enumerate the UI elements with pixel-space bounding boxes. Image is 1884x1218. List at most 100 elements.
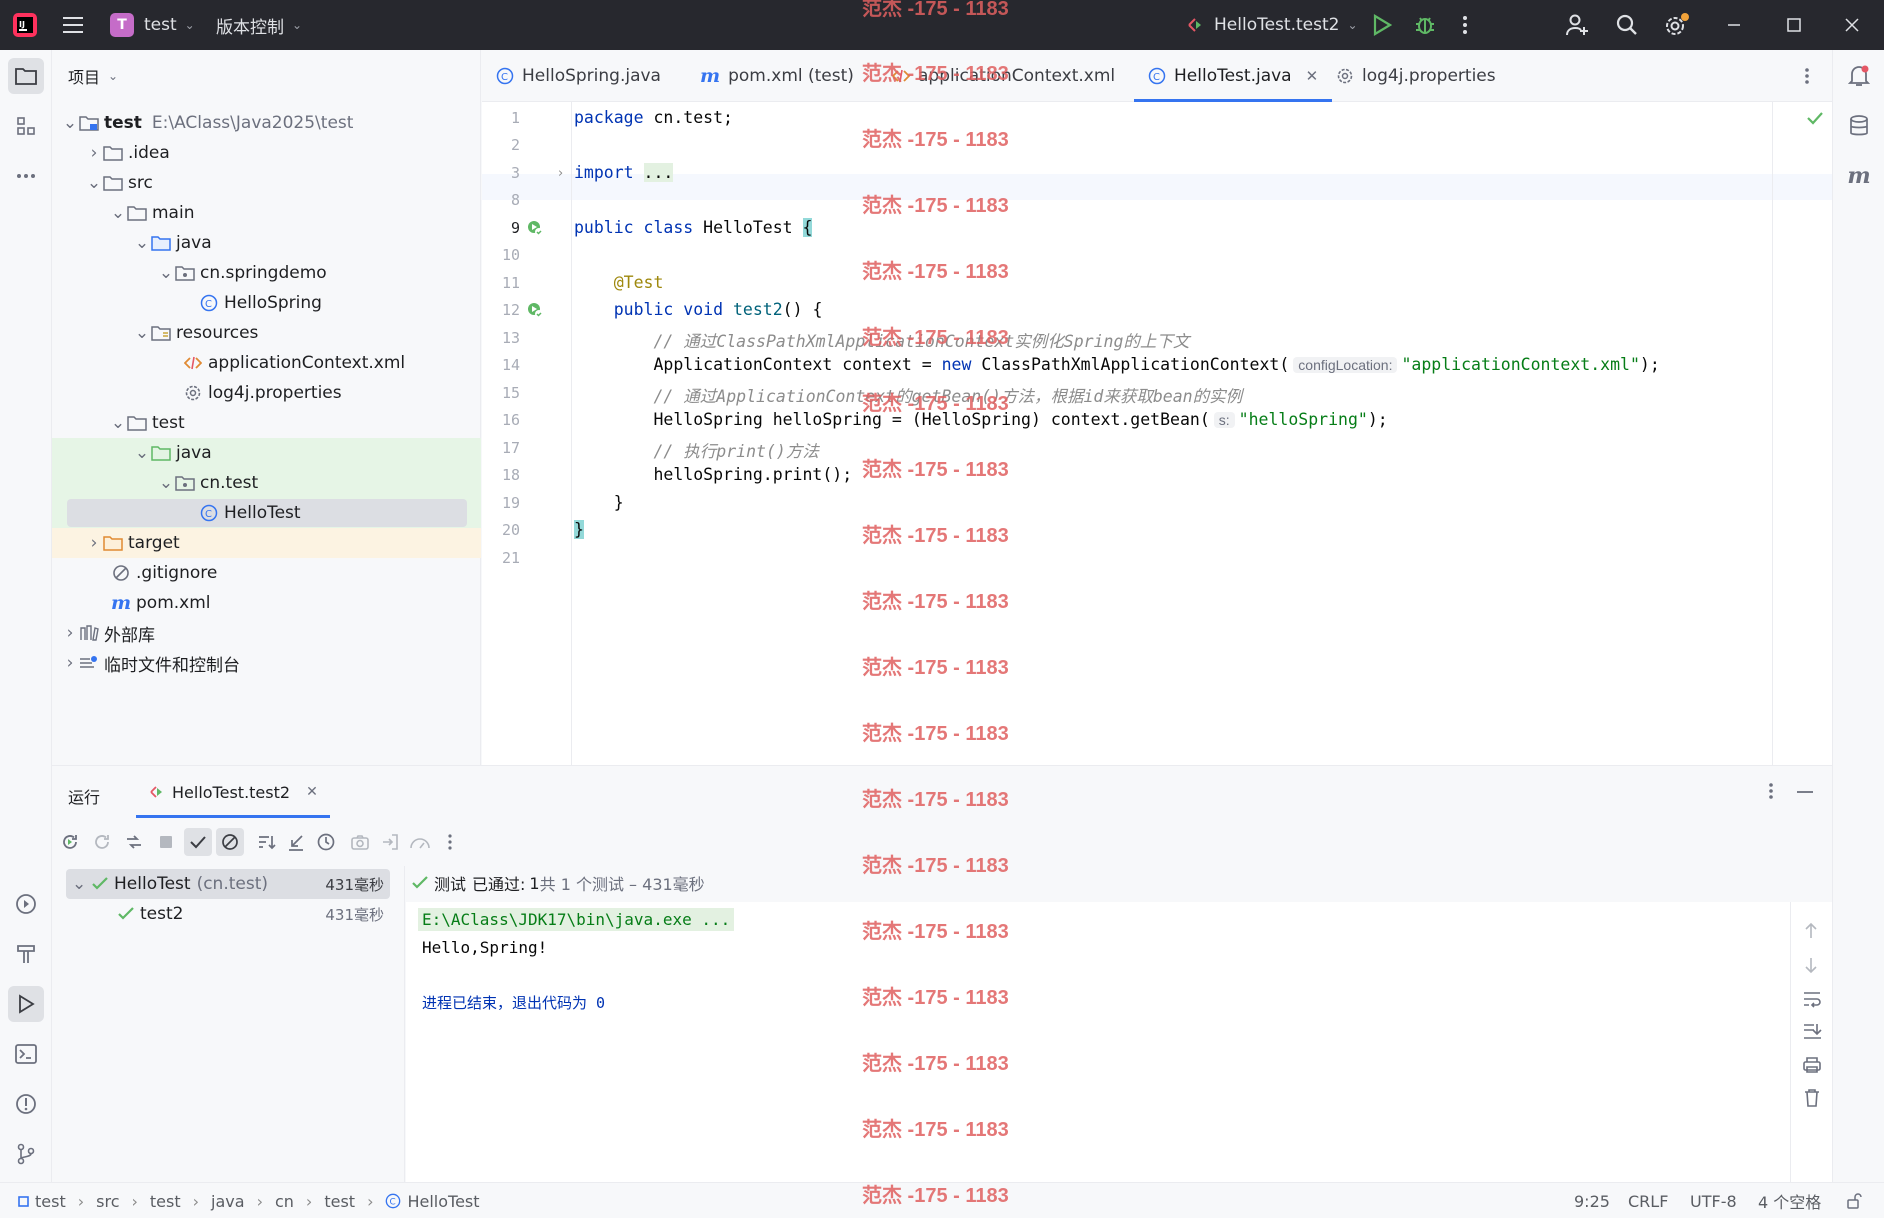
tree-item-hellospring[interactable]: C HelloSpring <box>52 288 481 318</box>
settings-gear-icon[interactable] <box>1664 0 1690 50</box>
collapse-all-icon[interactable] <box>282 828 310 856</box>
database-tool-icon[interactable] <box>1841 108 1877 144</box>
structure-tool-icon[interactable] <box>8 108 44 144</box>
rerun-failed-icon[interactable] <box>88 828 116 856</box>
run-test-gutter-icon[interactable] <box>526 301 544 319</box>
console-output[interactable]: E:\AClass\JDK17\bin\java.exe ... Hello,S… <box>406 902 1790 1183</box>
tab-pom-xml[interactable]: m pom.xml (test) <box>700 50 854 102</box>
tree-item-log4j-properties[interactable]: log4j.properties <box>52 378 481 408</box>
trash-icon[interactable] <box>1803 1088 1821 1108</box>
more-vertical-icon[interactable] <box>1768 782 1774 800</box>
run-config-selector[interactable]: HelloTest.test2 ⌄ <box>1186 0 1358 50</box>
folded-imports[interactable]: ... <box>643 163 674 182</box>
tree-item-resources[interactable]: ⌄ resources <box>52 318 481 348</box>
tree-item-applicationcontext-xml[interactable]: applicationContext.xml <box>52 348 481 378</box>
maven-tool-icon[interactable]: m <box>1841 158 1877 194</box>
problems-tool-icon[interactable] <box>8 1086 44 1122</box>
terminal-tool-icon[interactable] <box>8 1036 44 1072</box>
import-tests-icon[interactable] <box>376 828 404 856</box>
breadcrumb-item[interactable]: test <box>324 1192 355 1211</box>
snapshot-camera-icon[interactable] <box>346 828 374 856</box>
run-tab-hellotest-test2[interactable]: HelloTest.test2 ✕ <box>136 766 330 818</box>
show-ignored-icon[interactable] <box>216 828 244 856</box>
tree-item-test-root[interactable]: ⌄ test E:\AClass\Java2025\test <box>52 108 481 138</box>
debug-icon[interactable] <box>1414 0 1436 50</box>
build-tool-icon[interactable] <box>8 936 44 972</box>
breadcrumb-item[interactable]: src <box>96 1192 119 1211</box>
tree-item-test-folder[interactable]: ⌄ test <box>52 408 481 438</box>
tree-item-main[interactable]: ⌄ main <box>52 198 481 228</box>
close-tab-icon[interactable]: ✕ <box>1306 67 1319 85</box>
breadcrumb-item[interactable]: test <box>150 1192 181 1211</box>
minimize-panel-icon[interactable] <box>1796 790 1814 794</box>
maximize-icon[interactable] <box>1786 0 1802 50</box>
run-icon[interactable] <box>1372 0 1392 50</box>
vcs-menu[interactable]: 版本控制 ⌄ <box>216 0 302 50</box>
add-user-icon[interactable] <box>1566 0 1590 50</box>
tab-hellotest-java[interactable]: C HelloTest.java ✕ <box>1134 50 1333 102</box>
file-encoding[interactable]: UTF-8 <box>1690 1183 1737 1218</box>
project-view-selector[interactable]: 项目 ⌄ <box>68 64 118 88</box>
test-history-icon[interactable] <box>312 828 340 856</box>
print-icon[interactable] <box>1802 1056 1822 1074</box>
tree-item-pom-xml[interactable]: m pom.xml <box>52 588 481 618</box>
intellij-logo-icon[interactable]: IJ <box>12 0 38 50</box>
code-editor[interactable]: 1 2 3 8 9 10 11 12 13 14 15 16 17 18 19 … <box>482 102 1832 765</box>
tab-log4j-properties[interactable]: log4j.properties <box>1336 50 1496 102</box>
tree-item-scratches[interactable]: › 临时文件和控制台 <box>52 648 481 678</box>
class-icon: C <box>198 293 220 313</box>
show-passed-icon[interactable] <box>184 828 212 856</box>
tree-item-external-libraries[interactable]: › 外部库 <box>52 618 481 648</box>
breadcrumb-item[interactable]: java <box>211 1192 245 1211</box>
tree-item-hellotest[interactable]: C HelloTest <box>52 503 301 523</box>
soft-wrap-icon[interactable] <box>1802 990 1822 1008</box>
test-tree-item-test2[interactable]: test2 431毫秒 <box>66 899 390 929</box>
run-test-gutter-icon[interactable] <box>526 219 544 237</box>
read-only-lock-icon[interactable] <box>1846 1183 1862 1218</box>
breadcrumb-item[interactable]: HelloTest <box>407 1192 479 1211</box>
tree-item-target[interactable]: › target <box>52 528 481 558</box>
tree-item-cn-test[interactable]: ⌄ cn.test <box>52 468 481 498</box>
tree-item-gitignore[interactable]: .gitignore <box>52 558 481 588</box>
tree-item-cn-springdemo[interactable]: ⌄ cn.springdemo <box>52 258 481 288</box>
fold-expand-icon[interactable]: › <box>558 166 563 181</box>
tab-applicationcontext-xml[interactable]: applicationContext.xml <box>892 50 1115 102</box>
line-number: 12 <box>501 301 520 319</box>
minimize-icon[interactable] <box>1726 0 1742 50</box>
more-vertical-icon[interactable] <box>436 828 464 856</box>
close-icon[interactable] <box>1844 0 1860 50</box>
git-tool-icon[interactable] <box>8 1136 44 1172</box>
rerun-icon[interactable] <box>56 828 84 856</box>
breadcrumb-item[interactable]: test <box>35 1192 66 1211</box>
coverage-gauge-icon[interactable] <box>406 828 434 856</box>
tab-hellospring-java[interactable]: C HelloSpring.java <box>496 50 661 102</box>
tabs-more-icon[interactable] <box>1804 50 1810 102</box>
breadcrumb-item[interactable]: cn <box>275 1192 294 1211</box>
console-command-line[interactable]: E:\AClass\JDK17\bin\java.exe ... <box>418 908 735 931</box>
close-tab-icon[interactable]: ✕ <box>306 784 318 800</box>
project-tool-icon[interactable] <box>8 58 44 94</box>
stop-icon[interactable] <box>152 828 180 856</box>
tree-item-test-java[interactable]: ⌄ java <box>52 438 481 468</box>
more-vertical-icon[interactable] <box>1462 0 1468 50</box>
sort-alphabetically-icon[interactable] <box>252 828 280 856</box>
services-tool-icon[interactable] <box>8 886 44 922</box>
no-problems-check-icon[interactable] <box>1806 110 1824 126</box>
run-tool-icon[interactable] <box>8 986 44 1022</box>
line-separator[interactable]: CRLF <box>1628 1183 1668 1218</box>
tree-item-idea[interactable]: › .idea <box>52 138 481 168</box>
scroll-to-end-icon[interactable] <box>1802 1022 1822 1040</box>
caret-position[interactable]: 9:25 <box>1574 1183 1610 1218</box>
notifications-bell-icon[interactable] <box>1841 58 1877 94</box>
search-icon[interactable] <box>1616 0 1638 50</box>
more-tools-icon[interactable] <box>8 158 44 194</box>
test-tree-item-hellotest[interactable]: ⌄ HelloTest (cn.test) 431毫秒 <box>66 869 390 899</box>
tree-item-src[interactable]: ⌄ src <box>52 168 481 198</box>
project-switcher[interactable]: T test ⌄ <box>110 0 195 50</box>
down-arrow-icon[interactable] <box>1803 956 1819 974</box>
indent-setting[interactable]: 4 个空格 <box>1758 1183 1821 1218</box>
up-arrow-icon[interactable] <box>1803 922 1819 940</box>
tree-item-main-java[interactable]: ⌄ java <box>52 228 481 258</box>
main-menu-icon[interactable] <box>62 0 84 50</box>
toggle-auto-test-icon[interactable] <box>120 828 148 856</box>
